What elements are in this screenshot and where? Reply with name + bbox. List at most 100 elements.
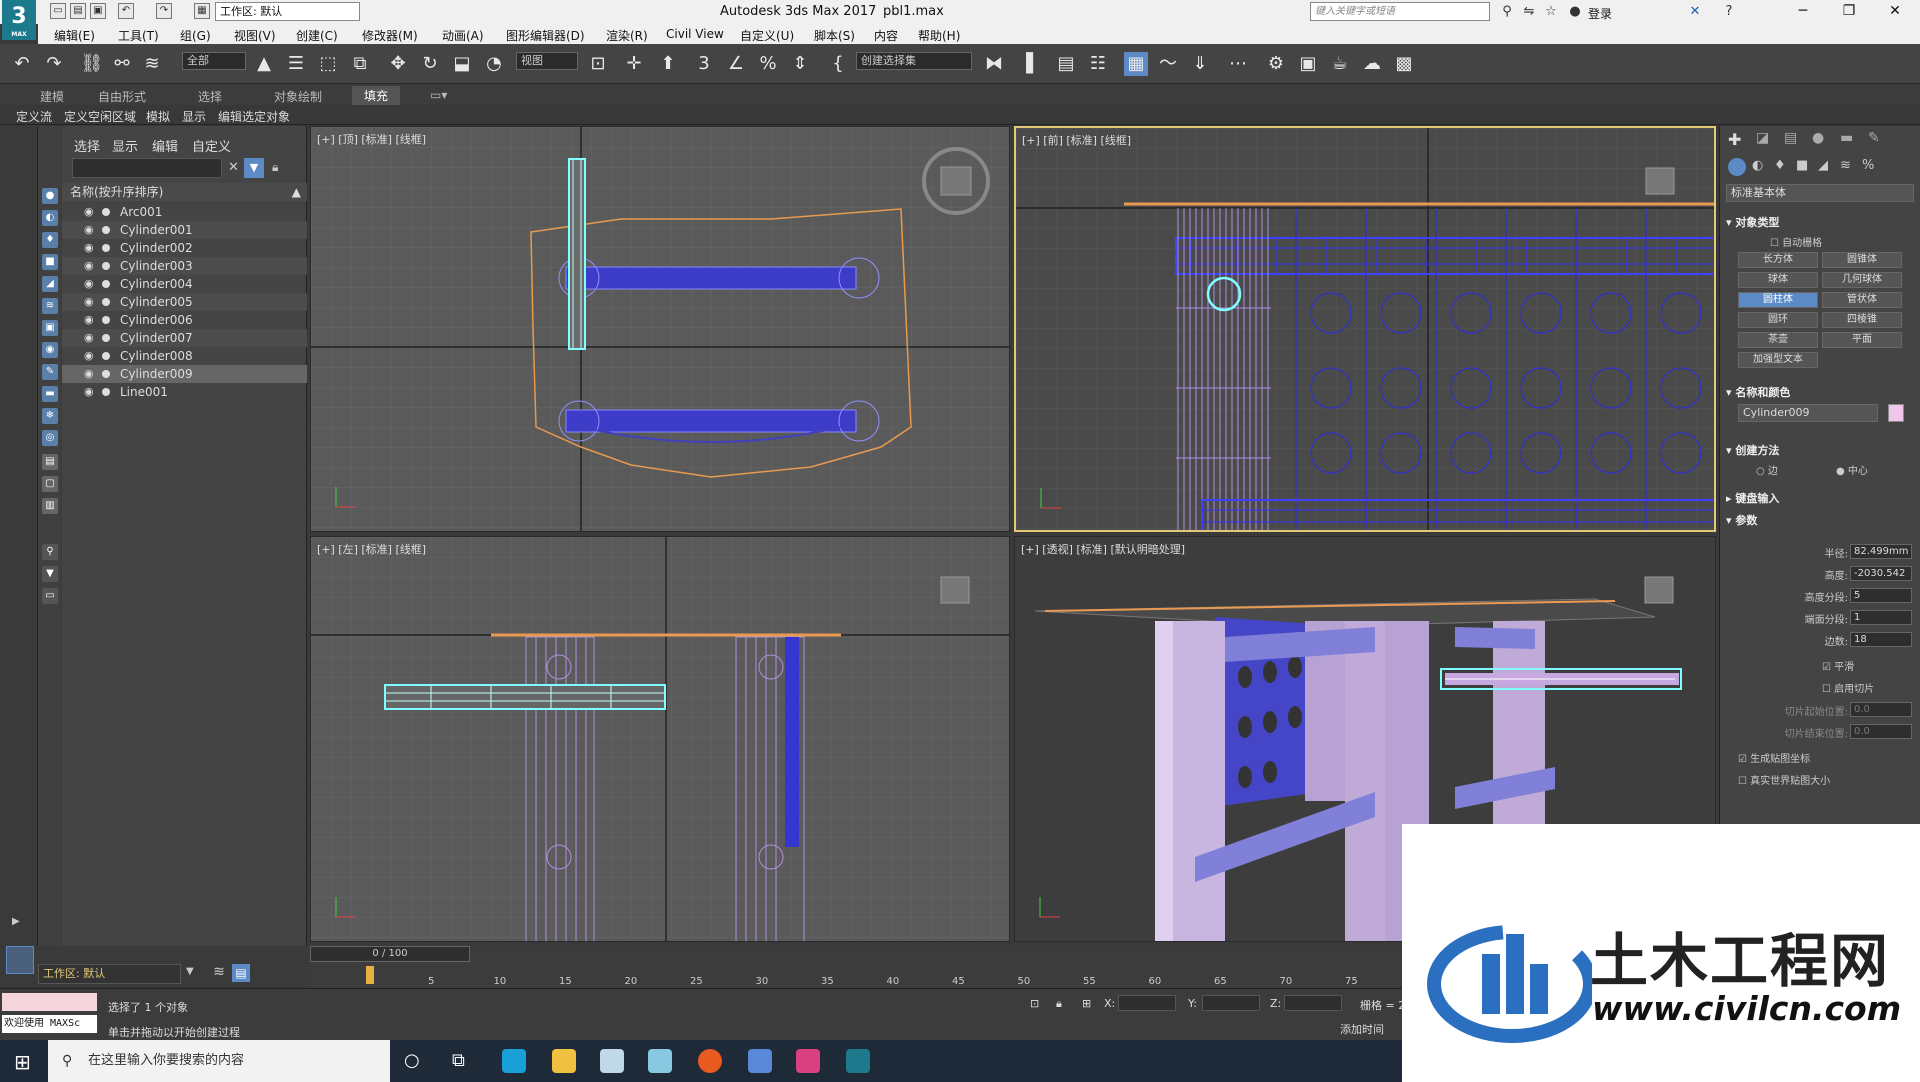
visibility-eye-icon[interactable]: ◉ bbox=[84, 275, 94, 293]
rect-selection-icon[interactable]: ⬚ bbox=[316, 52, 340, 76]
menu-graph-editors[interactable]: 图形编辑器(D) bbox=[506, 27, 585, 44]
schematic-view-icon[interactable]: ⇓ bbox=[1188, 52, 1212, 76]
undo-icon[interactable]: ↶ bbox=[118, 3, 134, 19]
freeze-dot-icon[interactable] bbox=[102, 244, 110, 252]
display-groups-icon[interactable]: ▣ bbox=[42, 320, 58, 336]
select-object-icon[interactable]: ▲ bbox=[252, 52, 276, 76]
sphere-button[interactable]: 球体 bbox=[1738, 272, 1818, 288]
display-helpers-icon[interactable]: ◢ bbox=[42, 276, 58, 292]
real-world-map-checkbox[interactable]: ☐ 真实世界贴图大小 bbox=[1738, 772, 1830, 787]
toggle-ribbon-icon[interactable]: ☷ bbox=[1086, 52, 1110, 76]
windows-start-icon[interactable]: ⊞ bbox=[14, 1050, 31, 1074]
menu-customize[interactable]: 自定义(U) bbox=[740, 27, 794, 44]
3dsmax-taskbar-icon[interactable] bbox=[846, 1049, 870, 1073]
display-frozen-icon[interactable]: ❄ bbox=[42, 408, 58, 424]
explorer-menu-select[interactable]: 选择 bbox=[74, 136, 100, 155]
cylinder-button[interactable]: 圆柱体 bbox=[1738, 292, 1818, 308]
help-icon[interactable]: ? bbox=[1720, 3, 1738, 21]
menu-views[interactable]: 视图(V) bbox=[234, 27, 276, 44]
tab-populate[interactable]: 填充 bbox=[352, 86, 401, 105]
scene-list-item[interactable]: ◉ Cylinder004 bbox=[62, 275, 307, 293]
menu-scripting[interactable]: 脚本(S) bbox=[814, 27, 855, 44]
slice-from-field[interactable]: 切片起始位置: 0.0 bbox=[1750, 702, 1920, 718]
geometry-icon[interactable] bbox=[1728, 158, 1746, 176]
render-cloud-icon[interactable]: ☁ bbox=[1360, 52, 1384, 76]
viewport-top-label[interactable]: [+] [顶] [标准] [线框] bbox=[317, 131, 426, 147]
open-file-icon[interactable]: ▤ bbox=[70, 3, 86, 19]
link-icon[interactable]: ⛓ bbox=[80, 52, 104, 76]
radius-field[interactable]: 半径: 82.499mm bbox=[1750, 544, 1920, 560]
visibility-eye-icon[interactable]: ◉ bbox=[84, 383, 94, 401]
project-folder-icon[interactable]: ▦ bbox=[194, 3, 210, 19]
display-shapes-icon[interactable]: ◐ bbox=[42, 210, 58, 226]
window-crossing-icon[interactable]: ⧉ bbox=[348, 52, 372, 76]
modify-tab-icon[interactable]: ◪ bbox=[1756, 130, 1769, 146]
shapes-icon[interactable]: ◐ bbox=[1752, 158, 1763, 173]
display-bones-icon[interactable]: ✎ bbox=[42, 364, 58, 380]
menu-group[interactable]: 组(G) bbox=[180, 27, 211, 44]
named-selection-select[interactable]: 创建选择集 bbox=[856, 52, 972, 70]
height-field[interactable]: 高度: -2030.542 bbox=[1750, 566, 1920, 582]
autodesk-x-icon[interactable]: ✕ bbox=[1686, 3, 1704, 21]
scene-list-item[interactable]: ◉ Cylinder009 bbox=[62, 365, 307, 383]
select-manipulate-icon[interactable]: ✛ bbox=[622, 52, 646, 76]
tab-modeling[interactable]: 建模 bbox=[40, 88, 64, 105]
workspace-select[interactable]: 工作区: 默认 bbox=[215, 2, 360, 21]
restore-button[interactable]: ❐ bbox=[1826, 0, 1872, 24]
cone-button[interactable]: 圆锥体 bbox=[1822, 252, 1902, 268]
time-marker[interactable] bbox=[366, 966, 374, 984]
keyboard-entry-rollout[interactable]: ▸ 键盘输入 bbox=[1726, 490, 1914, 506]
filter-toggle-icon[interactable]: ▼ bbox=[244, 158, 264, 178]
notes-icon[interactable] bbox=[748, 1049, 772, 1073]
new-file-icon[interactable]: ▭ bbox=[50, 3, 66, 19]
freeze-dot-icon[interactable] bbox=[102, 388, 110, 396]
cap-segments-field[interactable]: 端面分段: 1 bbox=[1750, 610, 1920, 626]
display-hidden-icon[interactable]: ◎ bbox=[42, 430, 58, 446]
text-plus-button[interactable]: 加强型文本 bbox=[1738, 352, 1818, 368]
visibility-eye-icon[interactable]: ◉ bbox=[84, 311, 94, 329]
creation-method-rollout[interactable]: ▾ 创建方法 bbox=[1726, 442, 1914, 458]
select-by-name-icon[interactable]: ☰ bbox=[284, 52, 308, 76]
firefox-icon[interactable] bbox=[698, 1049, 722, 1073]
minimize-button[interactable]: ─ bbox=[1780, 0, 1826, 24]
app-icon-2[interactable] bbox=[648, 1049, 672, 1073]
scale-icon[interactable]: ⬓ bbox=[450, 52, 474, 76]
name-color-rollout[interactable]: ▾ 名称和颜色 bbox=[1726, 384, 1914, 400]
x-coord-input[interactable] bbox=[1118, 995, 1176, 1011]
spacewarps-icon[interactable]: ≋ bbox=[1840, 158, 1851, 173]
systems-icon[interactable]: % bbox=[1862, 158, 1874, 173]
freeze-dot-icon[interactable] bbox=[102, 298, 110, 306]
freeze-dot-icon[interactable] bbox=[102, 262, 110, 270]
viewport-layout-icon[interactable] bbox=[6, 946, 34, 974]
display-none-icon[interactable]: ▢ bbox=[42, 476, 58, 492]
expand-arrow-icon[interactable]: ▶ bbox=[12, 916, 20, 927]
primitive-type-select[interactable]: 标准基本体 bbox=[1726, 184, 1914, 202]
edit-selected-button[interactable]: 编辑选定对象 bbox=[218, 108, 290, 125]
height-segments-field[interactable]: 高度分段: 5 bbox=[1750, 588, 1920, 604]
display-button[interactable]: 显示 bbox=[182, 108, 206, 125]
reference-coordinate-select[interactable]: 视图 bbox=[516, 52, 578, 70]
undo-icon[interactable]: ↶ bbox=[10, 52, 34, 76]
freeze-dot-icon[interactable] bbox=[102, 226, 110, 234]
render-production-icon[interactable]: ☕ bbox=[1328, 52, 1352, 76]
define-idle-areas-button[interactable]: 定义空闲区域 bbox=[64, 108, 136, 125]
percent-snap-icon[interactable]: % bbox=[756, 52, 780, 76]
workspace-scene-select[interactable]: 工作区: 默认 bbox=[38, 964, 181, 984]
scene-explorer-icon[interactable]: ▦ bbox=[1124, 52, 1148, 76]
a360-gallery-icon[interactable]: ▩ bbox=[1392, 52, 1416, 76]
display-geometry-icon[interactable]: ● bbox=[42, 188, 58, 204]
scene-list-item[interactable]: ◉ Cylinder005 bbox=[62, 293, 307, 311]
geosphere-button[interactable]: 几何球体 bbox=[1822, 272, 1902, 288]
display-lights-icon[interactable]: ♦ bbox=[42, 232, 58, 248]
viewport-left[interactable]: [+] [左] [标准] [线框] bbox=[310, 536, 1010, 942]
torus-button[interactable]: 圆环 bbox=[1738, 312, 1818, 328]
selection-filter-select[interactable]: 全部 bbox=[182, 52, 246, 70]
define-flows-button[interactable]: 定义流 bbox=[16, 108, 52, 125]
menu-tools[interactable]: 工具(T) bbox=[118, 27, 159, 44]
help-search-input[interactable]: 键入关键字或短语 bbox=[1310, 2, 1490, 21]
render-frame-icon[interactable]: ▣ bbox=[1296, 52, 1320, 76]
viewport-top[interactable]: [+] [顶] [标准] [线框] bbox=[310, 126, 1010, 532]
freeze-dot-icon[interactable] bbox=[102, 280, 110, 288]
visibility-eye-icon[interactable]: ◉ bbox=[84, 329, 94, 347]
filter-icon[interactable]: ⚲ bbox=[42, 544, 58, 560]
